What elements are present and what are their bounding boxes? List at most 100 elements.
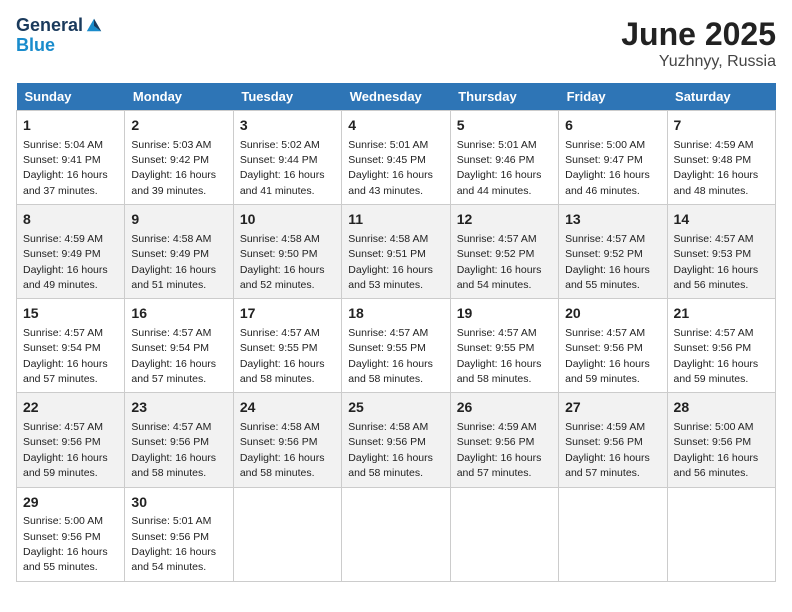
calendar-cell: 6 Sunrise: 5:00 AMSunset: 9:47 PMDayligh… — [559, 111, 667, 205]
day-number: 11 — [348, 210, 443, 230]
calendar-cell: 25 Sunrise: 4:58 AMSunset: 9:56 PMDaylig… — [342, 393, 450, 487]
day-number: 17 — [240, 304, 335, 324]
day-info: Sunrise: 4:57 AMSunset: 9:54 PMDaylight:… — [131, 327, 216, 385]
day-number: 26 — [457, 398, 552, 418]
calendar-cell: 2 Sunrise: 5:03 AMSunset: 9:42 PMDayligh… — [125, 111, 233, 205]
calendar-cell: 10 Sunrise: 4:58 AMSunset: 9:50 PMDaylig… — [233, 205, 341, 299]
weekday-header-wednesday: Wednesday — [342, 83, 450, 111]
month-title: June 2025 — [621, 16, 776, 53]
day-info: Sunrise: 4:57 AMSunset: 9:56 PMDaylight:… — [131, 421, 216, 479]
day-number: 19 — [457, 304, 552, 324]
calendar-cell: 29 Sunrise: 5:00 AMSunset: 9:56 PMDaylig… — [17, 487, 125, 581]
day-number: 18 — [348, 304, 443, 324]
calendar-cell: 13 Sunrise: 4:57 AMSunset: 9:52 PMDaylig… — [559, 205, 667, 299]
day-info: Sunrise: 4:57 AMSunset: 9:54 PMDaylight:… — [23, 327, 108, 385]
calendar-week-2: 8 Sunrise: 4:59 AMSunset: 9:49 PMDayligh… — [17, 205, 776, 299]
calendar-cell: 1 Sunrise: 5:04 AMSunset: 9:41 PMDayligh… — [17, 111, 125, 205]
calendar-table: SundayMondayTuesdayWednesdayThursdayFrid… — [16, 83, 776, 582]
day-info: Sunrise: 4:59 AMSunset: 9:49 PMDaylight:… — [23, 233, 108, 291]
logo: General Blue — [16, 16, 103, 56]
day-number: 9 — [131, 210, 226, 230]
day-number: 8 — [23, 210, 118, 230]
day-number: 28 — [674, 398, 769, 418]
weekday-header-sunday: Sunday — [17, 83, 125, 111]
day-info: Sunrise: 5:01 AMSunset: 9:46 PMDaylight:… — [457, 139, 542, 197]
day-info: Sunrise: 4:57 AMSunset: 9:55 PMDaylight:… — [348, 327, 433, 385]
weekday-header-friday: Friday — [559, 83, 667, 111]
calendar-cell: 4 Sunrise: 5:01 AMSunset: 9:45 PMDayligh… — [342, 111, 450, 205]
calendar-cell — [342, 487, 450, 581]
day-info: Sunrise: 4:59 AMSunset: 9:56 PMDaylight:… — [457, 421, 542, 479]
calendar-cell — [667, 487, 775, 581]
calendar-week-4: 22 Sunrise: 4:57 AMSunset: 9:56 PMDaylig… — [17, 393, 776, 487]
day-number: 23 — [131, 398, 226, 418]
day-number: 22 — [23, 398, 118, 418]
calendar-week-3: 15 Sunrise: 4:57 AMSunset: 9:54 PMDaylig… — [17, 299, 776, 393]
calendar-cell — [450, 487, 558, 581]
day-info: Sunrise: 5:00 AMSunset: 9:47 PMDaylight:… — [565, 139, 650, 197]
calendar-week-5: 29 Sunrise: 5:00 AMSunset: 9:56 PMDaylig… — [17, 487, 776, 581]
calendar-cell: 17 Sunrise: 4:57 AMSunset: 9:55 PMDaylig… — [233, 299, 341, 393]
day-number: 27 — [565, 398, 660, 418]
day-number: 6 — [565, 116, 660, 136]
calendar-cell: 27 Sunrise: 4:59 AMSunset: 9:56 PMDaylig… — [559, 393, 667, 487]
calendar-cell: 23 Sunrise: 4:57 AMSunset: 9:56 PMDaylig… — [125, 393, 233, 487]
calendar-cell: 12 Sunrise: 4:57 AMSunset: 9:52 PMDaylig… — [450, 205, 558, 299]
day-number: 10 — [240, 210, 335, 230]
day-info: Sunrise: 5:04 AMSunset: 9:41 PMDaylight:… — [23, 139, 108, 197]
day-number: 30 — [131, 493, 226, 513]
day-number: 29 — [23, 493, 118, 513]
day-number: 14 — [674, 210, 769, 230]
calendar-cell: 3 Sunrise: 5:02 AMSunset: 9:44 PMDayligh… — [233, 111, 341, 205]
calendar-cell: 22 Sunrise: 4:57 AMSunset: 9:56 PMDaylig… — [17, 393, 125, 487]
day-number: 21 — [674, 304, 769, 324]
day-info: Sunrise: 4:58 AMSunset: 9:56 PMDaylight:… — [348, 421, 433, 479]
day-info: Sunrise: 4:59 AMSunset: 9:48 PMDaylight:… — [674, 139, 759, 197]
day-info: Sunrise: 4:58 AMSunset: 9:56 PMDaylight:… — [240, 421, 325, 479]
calendar-week-1: 1 Sunrise: 5:04 AMSunset: 9:41 PMDayligh… — [17, 111, 776, 205]
calendar-cell: 16 Sunrise: 4:57 AMSunset: 9:54 PMDaylig… — [125, 299, 233, 393]
calendar-cell: 15 Sunrise: 4:57 AMSunset: 9:54 PMDaylig… — [17, 299, 125, 393]
day-info: Sunrise: 4:58 AMSunset: 9:51 PMDaylight:… — [348, 233, 433, 291]
weekday-header-saturday: Saturday — [667, 83, 775, 111]
calendar-cell: 9 Sunrise: 4:58 AMSunset: 9:49 PMDayligh… — [125, 205, 233, 299]
calendar-cell: 11 Sunrise: 4:58 AMSunset: 9:51 PMDaylig… — [342, 205, 450, 299]
day-number: 2 — [131, 116, 226, 136]
calendar-cell: 24 Sunrise: 4:58 AMSunset: 9:56 PMDaylig… — [233, 393, 341, 487]
day-info: Sunrise: 4:57 AMSunset: 9:56 PMDaylight:… — [674, 327, 759, 385]
day-info: Sunrise: 5:00 AMSunset: 9:56 PMDaylight:… — [23, 515, 108, 573]
day-number: 7 — [674, 116, 769, 136]
day-info: Sunrise: 4:57 AMSunset: 9:56 PMDaylight:… — [23, 421, 108, 479]
weekday-header-monday: Monday — [125, 83, 233, 111]
calendar-cell: 19 Sunrise: 4:57 AMSunset: 9:55 PMDaylig… — [450, 299, 558, 393]
day-info: Sunrise: 5:01 AMSunset: 9:45 PMDaylight:… — [348, 139, 433, 197]
day-number: 12 — [457, 210, 552, 230]
day-number: 4 — [348, 116, 443, 136]
day-number: 15 — [23, 304, 118, 324]
calendar-cell: 26 Sunrise: 4:59 AMSunset: 9:56 PMDaylig… — [450, 393, 558, 487]
day-number: 3 — [240, 116, 335, 136]
calendar-cell — [559, 487, 667, 581]
calendar-cell: 30 Sunrise: 5:01 AMSunset: 9:56 PMDaylig… — [125, 487, 233, 581]
calendar-cell: 21 Sunrise: 4:57 AMSunset: 9:56 PMDaylig… — [667, 299, 775, 393]
day-number: 25 — [348, 398, 443, 418]
day-info: Sunrise: 5:02 AMSunset: 9:44 PMDaylight:… — [240, 139, 325, 197]
day-info: Sunrise: 4:57 AMSunset: 9:56 PMDaylight:… — [565, 327, 650, 385]
day-number: 16 — [131, 304, 226, 324]
title-block: June 2025 Yuzhnyy, Russia — [621, 16, 776, 71]
weekday-header-tuesday: Tuesday — [233, 83, 341, 111]
location: Yuzhnyy, Russia — [621, 53, 776, 71]
calendar-cell: 8 Sunrise: 4:59 AMSunset: 9:49 PMDayligh… — [17, 205, 125, 299]
weekday-header-thursday: Thursday — [450, 83, 558, 111]
calendar-cell: 5 Sunrise: 5:01 AMSunset: 9:46 PMDayligh… — [450, 111, 558, 205]
day-info: Sunrise: 4:57 AMSunset: 9:52 PMDaylight:… — [565, 233, 650, 291]
day-info: Sunrise: 4:58 AMSunset: 9:50 PMDaylight:… — [240, 233, 325, 291]
day-number: 1 — [23, 116, 118, 136]
logo-text: General — [16, 16, 103, 36]
calendar-cell — [233, 487, 341, 581]
day-number: 13 — [565, 210, 660, 230]
day-info: Sunrise: 4:57 AMSunset: 9:55 PMDaylight:… — [457, 327, 542, 385]
weekday-header-row: SundayMondayTuesdayWednesdayThursdayFrid… — [17, 83, 776, 111]
day-info: Sunrise: 4:59 AMSunset: 9:56 PMDaylight:… — [565, 421, 650, 479]
day-number: 24 — [240, 398, 335, 418]
